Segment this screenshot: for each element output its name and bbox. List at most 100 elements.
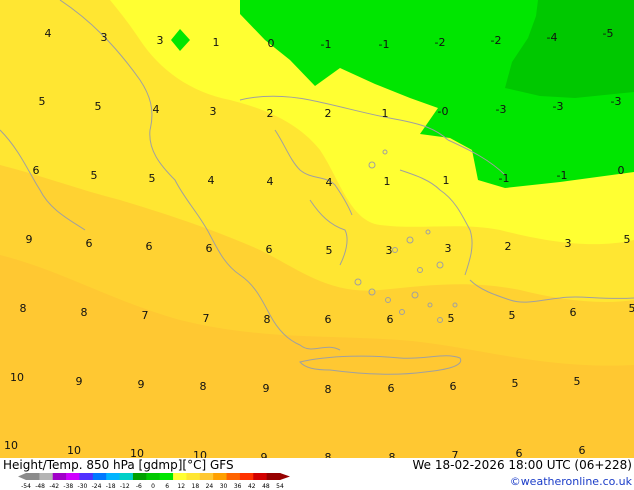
temperature-value: 9 xyxy=(76,375,83,388)
temperature-value: 4 xyxy=(45,27,52,40)
temperature-value: -3 xyxy=(496,103,507,116)
legend-swatch xyxy=(52,473,67,480)
legend-swatch xyxy=(186,473,201,480)
temperature-value: -1 xyxy=(557,169,568,182)
temperature-value: 3 xyxy=(445,242,452,255)
temperature-value: 6 xyxy=(570,306,577,319)
legend-tick-label: -38 xyxy=(63,483,73,490)
temperature-value: 8 xyxy=(200,380,207,393)
temperature-value: 0 xyxy=(618,164,625,177)
legend-swatch xyxy=(66,473,80,480)
legend-swatch xyxy=(119,473,134,480)
credit-link[interactable]: ©weatheronline.co.uk xyxy=(510,475,633,488)
legend-tick-label: 24 xyxy=(206,483,214,490)
map-title: Height/Temp. 850 hPa [gdmp][°C] GFS xyxy=(3,458,234,472)
legend-swatch xyxy=(92,473,107,480)
map-canvas: 4 3 3 1 0 -1 -1 -2 -2 -4 -55 5 4 3 2 2 1 -0 -3 -3 -36 5 5 4 4 4 1 1… xyxy=(0,0,634,490)
legend-tick-label: -30 xyxy=(78,483,88,490)
temperature-value: 9 xyxy=(138,378,145,391)
legend-swatch xyxy=(26,473,40,480)
temperature-value: 6 xyxy=(388,382,395,395)
temperature-value: -1 xyxy=(321,38,332,51)
legend-tick-label: -6 xyxy=(136,483,142,490)
valid-time: We 18-02-2026 18:00 UTC (06+228) xyxy=(412,458,632,472)
legend-tick-label: 48 xyxy=(262,483,270,490)
legend-tick-label: -24 xyxy=(92,483,102,490)
legend-tick-label: 0 xyxy=(151,483,155,490)
temperature-value: 6 xyxy=(266,243,273,256)
temperature-value: -3 xyxy=(553,100,564,113)
temperature-value: 3 xyxy=(157,34,164,47)
legend-swatch xyxy=(173,473,187,480)
temperature-value: -2 xyxy=(435,36,446,49)
temperature-value: 3 xyxy=(210,105,217,118)
temperature-value: 8 xyxy=(20,302,27,315)
temperature-value: 10 xyxy=(10,371,24,384)
legend-tick-label: -18 xyxy=(106,483,116,490)
legend-tick-label: -48 xyxy=(35,483,45,490)
legend-swatch xyxy=(239,473,254,480)
temperature-value: 2 xyxy=(325,107,332,120)
temperature-value: 10 xyxy=(4,439,18,452)
temperature-value: 4 xyxy=(267,175,274,188)
temperature-value: 4 xyxy=(208,174,215,187)
temperature-value: -3 xyxy=(611,95,622,108)
temperature-value: 6 xyxy=(325,313,332,326)
temperature-value: 7 xyxy=(203,312,210,325)
legend-swatch xyxy=(39,473,54,480)
legend-swatch xyxy=(159,473,174,480)
temperature-value: 6 xyxy=(206,242,213,255)
temperature-value: 1 xyxy=(213,36,220,49)
legend-swatch xyxy=(146,473,161,480)
temperature-value: 5 xyxy=(512,377,519,390)
temperature-value: 1 xyxy=(382,107,389,120)
legend-swatch xyxy=(199,473,214,480)
temperature-value: 4 xyxy=(153,103,160,116)
legend-tick-label: -42 xyxy=(49,483,59,490)
temperature-value: -1 xyxy=(379,38,390,51)
legend-swatch xyxy=(106,473,121,480)
temperature-value: 10 xyxy=(67,444,81,457)
legend-swatch xyxy=(226,473,241,480)
temperature-value: 8 xyxy=(325,383,332,396)
legend-tick-label: 42 xyxy=(248,483,256,490)
legend-swatch xyxy=(213,473,228,480)
temperature-value: 7 xyxy=(142,309,149,322)
temperature-value: 5 xyxy=(448,312,455,325)
temperature-value: 1 xyxy=(384,175,391,188)
temperature-value: 5 xyxy=(326,244,333,257)
legend-tick-label: 36 xyxy=(234,483,242,490)
temperature-value: 5 xyxy=(91,169,98,182)
temperature-value: 6 xyxy=(387,313,394,326)
legend-tick-label: -12 xyxy=(120,483,130,490)
legend-swatch xyxy=(266,473,281,480)
temperature-value: 5 xyxy=(574,375,581,388)
temperature-value: 6 xyxy=(146,240,153,253)
legend-tick-label: 12 xyxy=(177,483,185,490)
legend-swatch xyxy=(253,473,268,480)
temperature-value: -2 xyxy=(491,34,502,47)
temperature-value: 4 xyxy=(326,176,333,189)
temperature-value: 3 xyxy=(386,244,393,257)
temperature-value: 8 xyxy=(264,313,271,326)
legend-tick-label: 6 xyxy=(165,483,169,490)
temperature-value: -1 xyxy=(499,172,510,185)
legend-tick-label: 30 xyxy=(220,483,228,490)
temperature-value: 1 xyxy=(443,174,450,187)
temperature-value: 5 xyxy=(629,302,634,315)
temperature-value: 9 xyxy=(263,382,270,395)
legend-tick-label: 18 xyxy=(192,483,200,490)
temperature-value: 9 xyxy=(26,233,33,246)
temperature-value: 5 xyxy=(624,233,631,246)
temperature-value: 0 xyxy=(268,37,275,50)
weather-map: 4 3 3 1 0 -1 -1 -2 -2 -4 -5 5 5 4 3 2 2 1 -0 -3 -3 -3 6 5 5 4 4 4 1 1… xyxy=(0,0,634,490)
temperature-value: 5 xyxy=(149,172,156,185)
temperature-value: 6 xyxy=(86,237,93,250)
temperature-value: 8 xyxy=(81,306,88,319)
temperature-value: 5 xyxy=(509,309,516,322)
temperature-value: 6 xyxy=(579,444,586,457)
legend-swatch xyxy=(132,473,147,480)
temperature-value: 3 xyxy=(101,31,108,44)
temperature-value: -4 xyxy=(547,31,558,44)
temperature-value: 2 xyxy=(267,107,274,120)
